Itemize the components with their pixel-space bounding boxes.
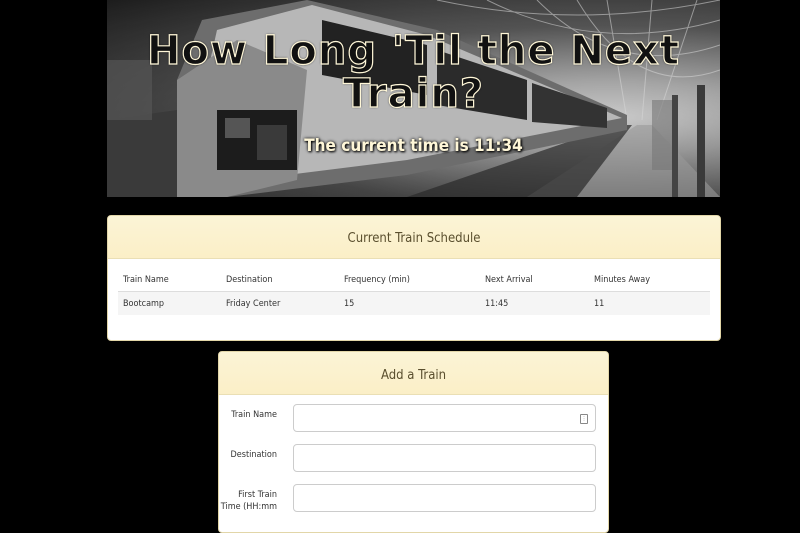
column-header-minutes-away: Minutes Away	[589, 269, 710, 292]
add-train-panel: Add a Train Train Name ⋮ Destination Fir…	[218, 351, 609, 533]
column-header-frequency: Frequency (min)	[339, 269, 480, 292]
column-header-train-name: Train Name	[118, 269, 221, 292]
schedule-header-row: Train Name Destination Frequency (min) N…	[118, 269, 710, 292]
first-train-time-input[interactable]	[293, 484, 596, 512]
table-row: Bootcamp Friday Center 15 11:45 11	[118, 291, 710, 315]
schedule-panel-title: Current Train Schedule	[108, 216, 720, 259]
cell-minutes-away: 11	[589, 291, 710, 315]
column-header-next-arrival: Next Arrival	[480, 269, 589, 292]
destination-input[interactable]	[293, 444, 596, 472]
keyboard-icon[interactable]: ⋮	[580, 414, 588, 424]
current-time-text: The current time is 11:34	[304, 136, 523, 156]
add-train-title: Add a Train	[219, 352, 608, 395]
schedule-table: Train Name Destination Frequency (min) N…	[118, 269, 710, 315]
train-name-label: Train Name	[231, 410, 277, 420]
hero-banner: How Long 'Til the Next Train? The curren…	[107, 0, 720, 197]
cell-frequency: 15	[339, 291, 480, 315]
destination-label: Destination	[230, 450, 277, 460]
cell-next-arrival: 11:45	[480, 291, 589, 315]
schedule-panel: Current Train Schedule Train Name Destin…	[107, 215, 721, 341]
first-train-time-label: First Train Time (HH:mm	[220, 490, 277, 512]
cell-train-name: Bootcamp	[118, 291, 221, 315]
cell-destination: Friday Center	[221, 291, 339, 315]
column-header-destination: Destination	[221, 269, 339, 292]
page-title: How Long 'Til the Next Train?	[146, 28, 680, 117]
train-name-input[interactable]: ⋮	[293, 404, 596, 432]
